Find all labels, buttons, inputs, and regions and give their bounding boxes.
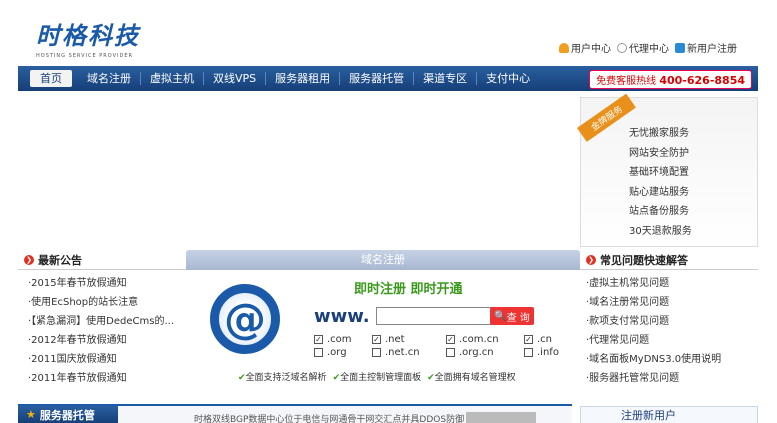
tld-option[interactable]: .org bbox=[314, 347, 372, 358]
nav-server-rental[interactable]: 服务器租用 bbox=[266, 72, 341, 85]
agent-icon bbox=[617, 43, 627, 53]
check-icon: ✔ bbox=[332, 373, 341, 383]
at-sign-icon: @ bbox=[210, 284, 280, 354]
faq-item[interactable]: ·虚拟主机常见问题 bbox=[580, 274, 758, 293]
checkbox[interactable]: ✓ bbox=[372, 335, 381, 344]
agent-center-link[interactable]: 代理中心 bbox=[617, 40, 669, 55]
gold-service-item[interactable]: 站点备份服务 bbox=[629, 202, 692, 222]
check-icon: ✔ bbox=[427, 373, 435, 383]
faq-item[interactable]: ·域名面板MyDNS3.0使用说明 bbox=[580, 350, 758, 369]
www-label: www. bbox=[314, 306, 370, 327]
news-list: ·2015年春节放假通知 ·使用EcShop的站长注意 ·【紧急漏洞】使用Ded… bbox=[18, 274, 186, 388]
checkbox[interactable]: ✓ bbox=[446, 335, 455, 344]
register-link[interactable]: 新用户注册 bbox=[675, 40, 737, 55]
nav-vps[interactable]: 双线VPS bbox=[204, 72, 267, 85]
checkbox[interactable] bbox=[372, 348, 381, 357]
gold-service-item[interactable]: 无忧搬家服务 bbox=[629, 124, 692, 144]
feature-item: ✔全面支持泛域名解析 bbox=[238, 373, 327, 383]
domain-header: 域名注册 bbox=[186, 250, 580, 270]
news-item[interactable]: ·2012年春节放假通知 bbox=[18, 331, 186, 350]
check-icon: ✔ bbox=[238, 373, 246, 383]
nav-home[interactable]: 首页 bbox=[30, 70, 72, 87]
server-intro-text: 时格双线BGP数据中心位于电信与网通骨干网交汇点并具DDOS防御 bbox=[194, 415, 465, 423]
star-icon: ★ bbox=[26, 408, 36, 421]
nav-domain[interactable]: 域名注册 bbox=[78, 72, 141, 85]
tld-option[interactable]: ✓ .com bbox=[314, 334, 372, 345]
nav-channel[interactable]: 渠道专区 bbox=[414, 72, 478, 85]
hotline-number: 400-626-8854 bbox=[659, 74, 745, 87]
hotline-badge: 免费客服热线 400-626-8854 bbox=[589, 70, 752, 89]
news-header: ❯ 最新公告 bbox=[18, 250, 186, 270]
feature-item: ✔全面拥有域名管理权 bbox=[427, 373, 516, 383]
user-icon bbox=[559, 43, 569, 53]
checkbox[interactable] bbox=[524, 348, 533, 357]
tld-option[interactable]: ✓ .cn bbox=[524, 334, 584, 345]
gold-ribbon: 金牌服务 bbox=[577, 93, 636, 142]
tld-option[interactable]: ✓ .com.cn bbox=[446, 334, 524, 345]
site-logo[interactable]: 时格科技 HOSTING SERVICE PROVIDER bbox=[36, 21, 140, 60]
faq-item[interactable]: ·款项支付常见问题 bbox=[580, 312, 758, 331]
register-new-user-box[interactable]: 注册新用户 bbox=[580, 406, 758, 423]
gold-service-item[interactable]: 基础环境配置 bbox=[629, 163, 692, 183]
domain-search-input[interactable] bbox=[376, 307, 498, 325]
server-image bbox=[466, 412, 536, 423]
faq-header: ❯ 常见问题快速解答 bbox=[580, 250, 758, 270]
nav-colocation[interactable]: 服务器托管 bbox=[340, 72, 415, 85]
feature-item: ✔全面主控制管理面板 bbox=[332, 373, 422, 383]
domain-search-button[interactable]: 🔍 查 询 bbox=[490, 307, 534, 325]
news-item[interactable]: ·2011国庆放假通知 bbox=[18, 350, 186, 369]
domain-features: ✔全面支持泛域名解析 ✔全面主控制管理面板 ✔全面拥有域名管理权 bbox=[238, 370, 516, 383]
news-panel: ❯ 最新公告 ·2015年春节放假通知 ·使用EcShop的站长注意 ·【紧急漏洞… bbox=[18, 250, 186, 388]
faq-item[interactable]: ·域名注册常见问题 bbox=[580, 293, 758, 312]
faq-item[interactable]: ·服务器托管常见问题 bbox=[580, 369, 758, 388]
nav-hosting[interactable]: 虚拟主机 bbox=[141, 72, 204, 85]
news-item[interactable]: ·2015年春节放假通知 bbox=[18, 274, 186, 293]
news-item[interactable]: ·【紧急漏洞】使用DedeCms的... bbox=[18, 312, 186, 331]
gold-service-list: 无忧搬家服务 网站安全防护 基础环境配置 贴心建站服务 站点备份服务 30天退款… bbox=[629, 124, 692, 241]
gold-service-item[interactable]: 30天退款服务 bbox=[629, 222, 692, 242]
checkbox[interactable] bbox=[314, 348, 323, 357]
arrow-circle-icon: ❯ bbox=[586, 254, 596, 265]
server-colocation-tab[interactable]: ★ 服务器托管 bbox=[18, 406, 118, 423]
tld-options: ✓ .com ✓ .net ✓ .com.cn ✓ .cn .org .net.cn .… bbox=[314, 334, 584, 358]
domain-register-panel: 域名注册 @ 即时注册 即时开通 www. 🔍 查 询 ✓ .com ✓ .net ✓… bbox=[186, 250, 580, 395]
news-item[interactable]: ·使用EcShop的站长注意 bbox=[18, 293, 186, 312]
faq-item[interactable]: ·代理常见问题 bbox=[580, 331, 758, 350]
gold-service-item[interactable]: 贴心建站服务 bbox=[629, 183, 692, 203]
search-icon: 🔍 bbox=[494, 310, 507, 322]
logo-title: 时格科技 bbox=[36, 21, 140, 50]
arrow-circle-icon: ❯ bbox=[24, 254, 34, 265]
tld-option[interactable]: .org.cn bbox=[446, 347, 524, 358]
logo-subtitle: HOSTING SERVICE PROVIDER bbox=[36, 53, 133, 59]
news-item[interactable]: ·2011年春节放假通知 bbox=[18, 369, 186, 388]
top-links: 用户中心 代理中心 新用户注册 bbox=[559, 40, 737, 55]
user-center-link[interactable]: 用户中心 bbox=[559, 40, 611, 55]
faq-panel: ❯ 常见问题快速解答 ·虚拟主机常见问题 ·域名注册常见问题 ·款项支付常见问题 … bbox=[580, 250, 758, 388]
checkbox[interactable]: ✓ bbox=[524, 335, 533, 344]
nav-payment[interactable]: 支付中心 bbox=[477, 72, 539, 85]
tld-option[interactable]: .info bbox=[524, 347, 584, 358]
gold-service-panel: 金牌服务 无忧搬家服务 网站安全防护 基础环境配置 贴心建站服务 站点备份服务 … bbox=[577, 93, 758, 247]
main-nav: 首页 域名注册 虚拟主机 双线VPS 服务器租用 服务器托管 渠道专区 支付中心… bbox=[18, 66, 758, 91]
checkbox[interactable] bbox=[446, 348, 455, 357]
domain-slogan: 即时注册 即时开通 bbox=[354, 282, 463, 297]
checkbox[interactable]: ✓ bbox=[314, 335, 323, 344]
new-user-icon bbox=[675, 43, 685, 53]
faq-list: ·虚拟主机常见问题 ·域名注册常见问题 ·款项支付常见问题 ·代理常见问题 ·域… bbox=[580, 274, 758, 388]
tld-option[interactable]: ✓ .net bbox=[372, 334, 446, 345]
gold-service-item[interactable]: 网站安全防护 bbox=[629, 144, 692, 164]
tld-option[interactable]: .net.cn bbox=[372, 347, 446, 358]
server-colocation-bar: ★ 服务器托管 时格双线BGP数据中心位于电信与网通骨干网交汇点并具DDOS防御 bbox=[18, 404, 572, 423]
